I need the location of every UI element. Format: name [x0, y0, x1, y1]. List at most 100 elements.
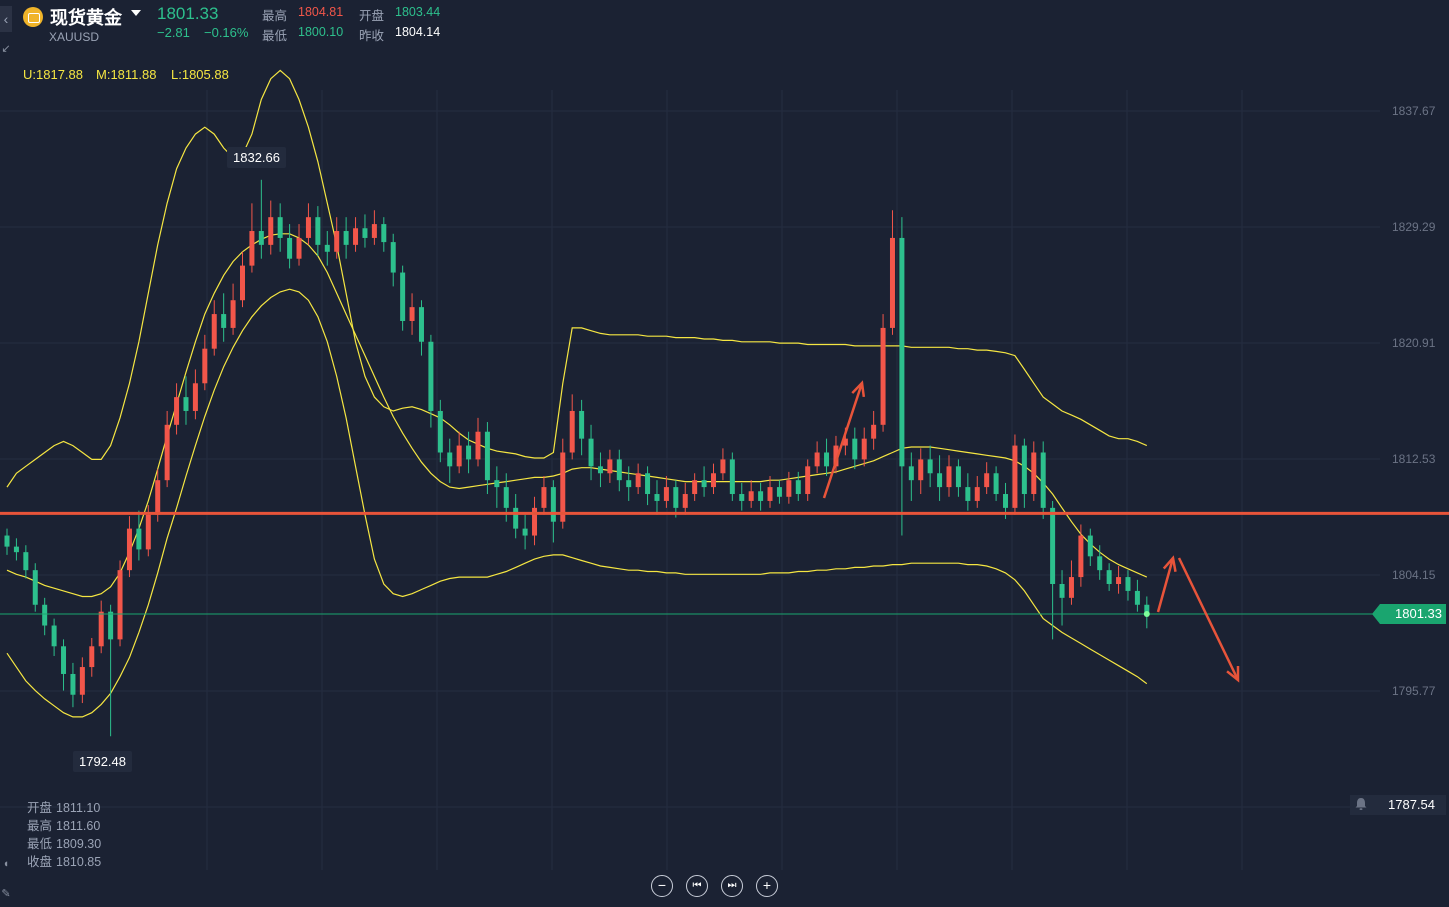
candle-body	[607, 459, 613, 474]
candlesticks	[4, 179, 1150, 737]
boll-middle: M:1811.88	[96, 67, 157, 82]
current-price-dot	[1143, 611, 1150, 618]
candle-body	[645, 473, 651, 495]
candle-body	[682, 494, 688, 508]
candle-body	[117, 570, 123, 640]
candle-body	[13, 546, 19, 553]
candle-body	[1003, 494, 1009, 508]
low-value: 1800.10	[298, 25, 344, 39]
candle-body	[183, 397, 189, 411]
candle-body	[32, 570, 38, 605]
candle-body	[456, 445, 462, 467]
candle-body	[42, 604, 48, 626]
candle-body	[1116, 577, 1122, 584]
down-arrow	[1177, 557, 1240, 681]
candle-body	[353, 228, 359, 245]
scroll-forward-button[interactable]: ⏭	[721, 875, 743, 897]
zoom-out-button[interactable]: −	[651, 875, 673, 897]
candle-body	[1021, 445, 1027, 495]
candle-body	[249, 231, 255, 266]
candle-body	[428, 341, 434, 411]
back-icon[interactable]: ‹	[0, 6, 12, 32]
candle-body	[155, 480, 161, 515]
candle-body	[51, 625, 57, 647]
low-label: 最低	[262, 29, 288, 43]
draw-tool-icon[interactable]: ✎	[0, 885, 12, 903]
candle-body	[1134, 590, 1140, 605]
candle-body	[560, 452, 566, 522]
alert-price[interactable]: 1787.54	[1388, 797, 1435, 812]
candle-body	[824, 452, 830, 467]
low-point-tooltip: 1792.48	[73, 751, 132, 772]
candle-body	[758, 491, 764, 501]
candle-body	[164, 424, 170, 481]
candle-body	[23, 552, 29, 571]
candle-body	[211, 314, 217, 349]
scroll-back-button[interactable]: ⏮	[686, 875, 708, 897]
candle-body	[258, 231, 264, 245]
candle-body	[616, 459, 622, 481]
axis-label: 1812.53	[1392, 452, 1436, 466]
candle-body	[268, 217, 274, 245]
candle-body	[1106, 570, 1112, 584]
ohlc-high: 最高 1811.60	[27, 815, 100, 834]
candle-body	[522, 528, 528, 536]
voice-icon[interactable]: ◖	[0, 855, 12, 873]
candle-body	[79, 667, 85, 695]
high-value: 1804.81	[298, 5, 344, 19]
candle-body	[1125, 577, 1131, 591]
price-chart[interactable]	[0, 0, 1449, 907]
candle-body	[390, 242, 396, 273]
instrument-title[interactable]: 现货黄金	[50, 4, 122, 30]
candle-body	[409, 307, 415, 321]
ohlc-low-value: 1809.30	[56, 837, 102, 851]
candle-body	[400, 272, 406, 321]
axis-label: 1820.91	[1392, 336, 1436, 350]
candle-body	[1012, 445, 1018, 508]
candle-body	[965, 487, 971, 501]
candle-body	[484, 431, 490, 481]
candle-body	[381, 224, 387, 243]
candle-body	[70, 673, 76, 695]
candle-body	[1097, 556, 1103, 571]
current-price-tag: 1801.33	[1372, 604, 1446, 624]
candle-body	[955, 466, 961, 488]
high-label: 最高	[262, 9, 288, 23]
collapse-icon[interactable]: ↙	[0, 40, 12, 58]
candle-body	[343, 231, 349, 245]
candle-body	[889, 237, 895, 328]
boll-upper: U:1817.88	[23, 67, 83, 82]
candle-body	[437, 410, 443, 453]
candle-body	[1031, 452, 1037, 495]
candle-body	[1050, 507, 1056, 584]
candle-body	[145, 514, 151, 550]
bell-icon[interactable]	[1354, 797, 1368, 811]
ohlc-open: 开盘 1811.10	[27, 797, 100, 816]
price-change: −2.81	[157, 25, 190, 40]
candle-body	[729, 459, 735, 495]
ohlc-low: 最低 1809.30	[27, 833, 101, 852]
candle-body	[240, 265, 245, 301]
last-price: 1801.33	[157, 4, 219, 23]
candle-body	[946, 466, 952, 488]
candle-body	[550, 487, 556, 522]
candle-body	[221, 314, 227, 328]
axis-label: 1804.15	[1392, 568, 1436, 582]
candle-body	[362, 228, 368, 238]
axis-label: 1829.29	[1392, 220, 1436, 234]
candle-body	[1068, 577, 1074, 598]
ohlc-close-value: 1810.85	[56, 855, 102, 869]
candle-body	[315, 217, 321, 245]
chevron-down-icon[interactable]	[131, 10, 141, 16]
candle-body	[597, 466, 603, 474]
zoom-in-button[interactable]: +	[756, 875, 778, 897]
candle-body	[720, 459, 726, 474]
bollinger-lower-line	[6, 288, 1148, 718]
candle-body	[230, 300, 236, 328]
candle-body	[1059, 583, 1065, 598]
axis-label: 1837.67	[1392, 104, 1436, 118]
price-change-percent: −0.16%	[204, 25, 249, 40]
candle-body	[852, 438, 858, 460]
candle-body	[475, 431, 481, 460]
open-label: 开盘	[359, 9, 385, 23]
